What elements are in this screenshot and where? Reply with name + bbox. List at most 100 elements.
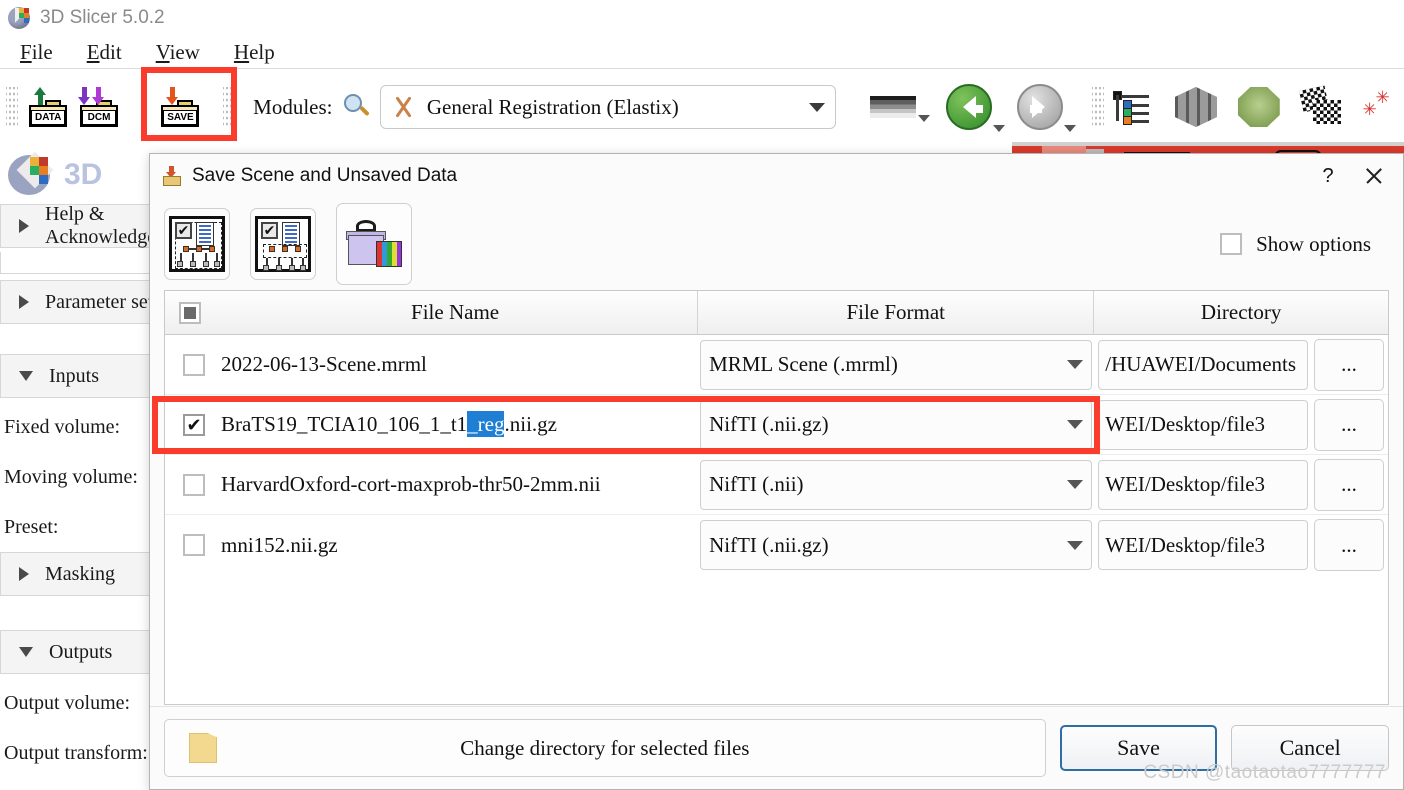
data-folder-icon: DATA [25, 87, 69, 127]
directory-input[interactable]: /HUAWEI/Documents [1098, 339, 1308, 390]
save-scene-dialog: Save Scene and Unsaved Data ? ✔ ✔ Show o… [149, 153, 1404, 790]
save-button-label: SAVE [163, 110, 198, 125]
check-scene-tree-icon: ✔ [169, 216, 225, 272]
select-scene-and-data-button[interactable]: ✔ [164, 208, 230, 280]
models-icon[interactable] [1233, 81, 1284, 133]
file-name-text: BraTS19_TCIA10_106_1_t1_reg.nii.gz [221, 411, 557, 437]
row-checkbox[interactable] [183, 534, 205, 556]
cancel-button[interactable]: Cancel [1231, 725, 1389, 771]
volume-rendering-icon[interactable] [1170, 81, 1221, 133]
menu-file-rest: ile [31, 39, 53, 64]
cell-file-format: MRML Scene (.mrml) [698, 335, 1094, 394]
dicom-folder-icon: DCM [76, 87, 120, 127]
chevron-down-icon [1067, 360, 1084, 369]
field-moving-volume-label: Moving volume: [4, 465, 138, 488]
cell-directory: WEI/Desktop/file3 ... [1094, 395, 1388, 454]
save-data-button[interactable]: SAVE [153, 81, 205, 133]
browse-directory-button[interactable]: ... [1314, 519, 1384, 571]
dialog-toolbar: ✔ ✔ Show options [150, 198, 1403, 290]
load-dicom-button[interactable]: DCM [73, 81, 124, 133]
close-icon [1364, 166, 1384, 186]
cell-file-format: NifTI (.nii.gz) [698, 515, 1094, 575]
browse-directory-button[interactable]: ... [1314, 398, 1384, 451]
magnifier-icon[interactable] [342, 92, 371, 122]
menu-file[interactable]: File [6, 40, 67, 65]
table-row[interactable]: 2022-06-13-Scene.mrml MRML Scene (.mrml)… [165, 335, 1388, 395]
column-header-file-format[interactable]: File Format [698, 291, 1095, 334]
row-checkbox[interactable] [183, 413, 205, 436]
toolbar-grip-3[interactable] [1091, 87, 1104, 127]
elastix-scissors-icon [391, 94, 417, 120]
row-checkbox[interactable] [183, 473, 205, 496]
file-format-combo[interactable]: MRML Scene (.mrml) [700, 339, 1093, 390]
table-row[interactable]: HarvardOxford-cort-maxprob-thr50-2mm.nii… [165, 455, 1388, 515]
browse-directory-button[interactable]: ... [1314, 338, 1384, 391]
row-checkbox[interactable] [183, 353, 205, 376]
save-bundle-package-button[interactable] [336, 203, 412, 285]
chevron-down-icon [808, 102, 825, 112]
dialog-titlebar: Save Scene and Unsaved Data ? [150, 154, 1403, 198]
chevron-down-icon [19, 371, 33, 381]
browse-directory-button[interactable]: ... [1314, 458, 1384, 511]
main-toolbar: DATA DCM SAVE Modules: General Registrat… [0, 67, 1404, 145]
module-selector-combo[interactable]: General Registration (Elastix) [379, 85, 836, 129]
file-name-text: mni152.nii.gz [221, 532, 338, 557]
files-table: File Name File Format Directory 2022-06-… [164, 290, 1389, 705]
menubar: File Edit View Help [0, 36, 1404, 68]
folder-icon [189, 733, 217, 763]
menu-help-rest: elp [249, 39, 275, 64]
directory-value: WEI/Desktop/file3 [1105, 472, 1266, 496]
show-options-row[interactable]: Show options [1220, 232, 1389, 257]
column-header-directory[interactable]: Directory [1094, 291, 1388, 334]
chevron-down-icon [1067, 540, 1084, 550]
file-format-value: NifTI (.nii.gz) [709, 412, 829, 436]
file-format-combo[interactable]: NifTI (.nii) [700, 459, 1093, 510]
sidebar-section-parameter-set-label: Parameter set [45, 290, 154, 313]
change-directory-button[interactable]: Change directory for selected files [164, 719, 1046, 777]
markups-icon[interactable]: ✳ ✳ [1353, 81, 1404, 133]
field-preset-label: Preset: [4, 515, 59, 538]
directory-input[interactable]: WEI/Desktop/file3 [1098, 459, 1308, 510]
file-name-text: 2022-06-13-Scene.mrml [221, 352, 427, 376]
toolbar-grip-1[interactable] [6, 87, 18, 127]
menu-edit[interactable]: Edit [73, 40, 136, 65]
next-module-icon[interactable] [1016, 84, 1076, 132]
directory-input[interactable]: WEI/Desktop/file3 [1098, 520, 1308, 570]
field-output-volume-label: Output volume: [4, 691, 131, 714]
table-row[interactable]: BraTS19_TCIA10_106_1_t1_reg.nii.gz NifTI… [165, 395, 1388, 455]
sidebar-section-inputs-label: Inputs [49, 364, 99, 387]
file-name-selected-text: _reg [467, 411, 505, 437]
cell-file-name: HarvardOxford-cort-maxprob-thr50-2mm.nii [165, 455, 698, 514]
file-format-combo[interactable]: NifTI (.nii.gz) [700, 399, 1093, 450]
column-header-file-name[interactable]: File Name [165, 291, 699, 334]
show-options-checkbox[interactable] [1220, 233, 1243, 255]
directory-value: /HUAWEI/Documents [1105, 352, 1297, 376]
dialog-button-bar: Change directory for selected files Save… [150, 707, 1403, 789]
file-format-value: NifTI (.nii.gz) [709, 532, 829, 557]
cell-file-name: BraTS19_TCIA10_106_1_t1_reg.nii.gz [165, 395, 698, 454]
toolbar-grip-2[interactable] [223, 87, 236, 127]
grid-transform-icon[interactable] [1296, 81, 1347, 133]
directory-input[interactable]: WEI/Desktop/file3 [1098, 399, 1308, 450]
help-button[interactable]: ? [1305, 159, 1351, 193]
file-format-combo[interactable]: NifTI (.nii.gz) [700, 520, 1093, 570]
load-data-button[interactable]: DATA [22, 81, 73, 133]
subject-hierarchy-icon[interactable] [1108, 81, 1159, 133]
select-all-checkbox[interactable] [179, 301, 201, 324]
select-data-only-button[interactable]: ✔ [250, 208, 316, 280]
close-button[interactable] [1351, 159, 1397, 193]
grayscale-colormap-icon[interactable] [854, 96, 930, 122]
menu-help[interactable]: Help [220, 40, 289, 65]
dialog-title: Save Scene and Unsaved Data [192, 165, 458, 186]
save-button[interactable]: Save [1059, 725, 1218, 771]
menu-view[interactable]: View [142, 40, 214, 65]
column-header-directory-label: Directory [1200, 300, 1282, 324]
cell-directory: WEI/Desktop/file3 ... [1094, 455, 1388, 514]
table-row[interactable]: mni152.nii.gz NifTI (.nii.gz) WEI/Deskto… [165, 515, 1388, 575]
slicer-panel-logo-icon [8, 151, 54, 197]
file-format-value: NifTI (.nii) [709, 472, 804, 496]
cell-file-name: 2022-06-13-Scene.mrml [165, 335, 698, 394]
data-button-label: DATA [31, 110, 66, 125]
directory-value: WEI/Desktop/file3 [1105, 412, 1266, 436]
previous-module-icon[interactable] [945, 84, 1005, 132]
